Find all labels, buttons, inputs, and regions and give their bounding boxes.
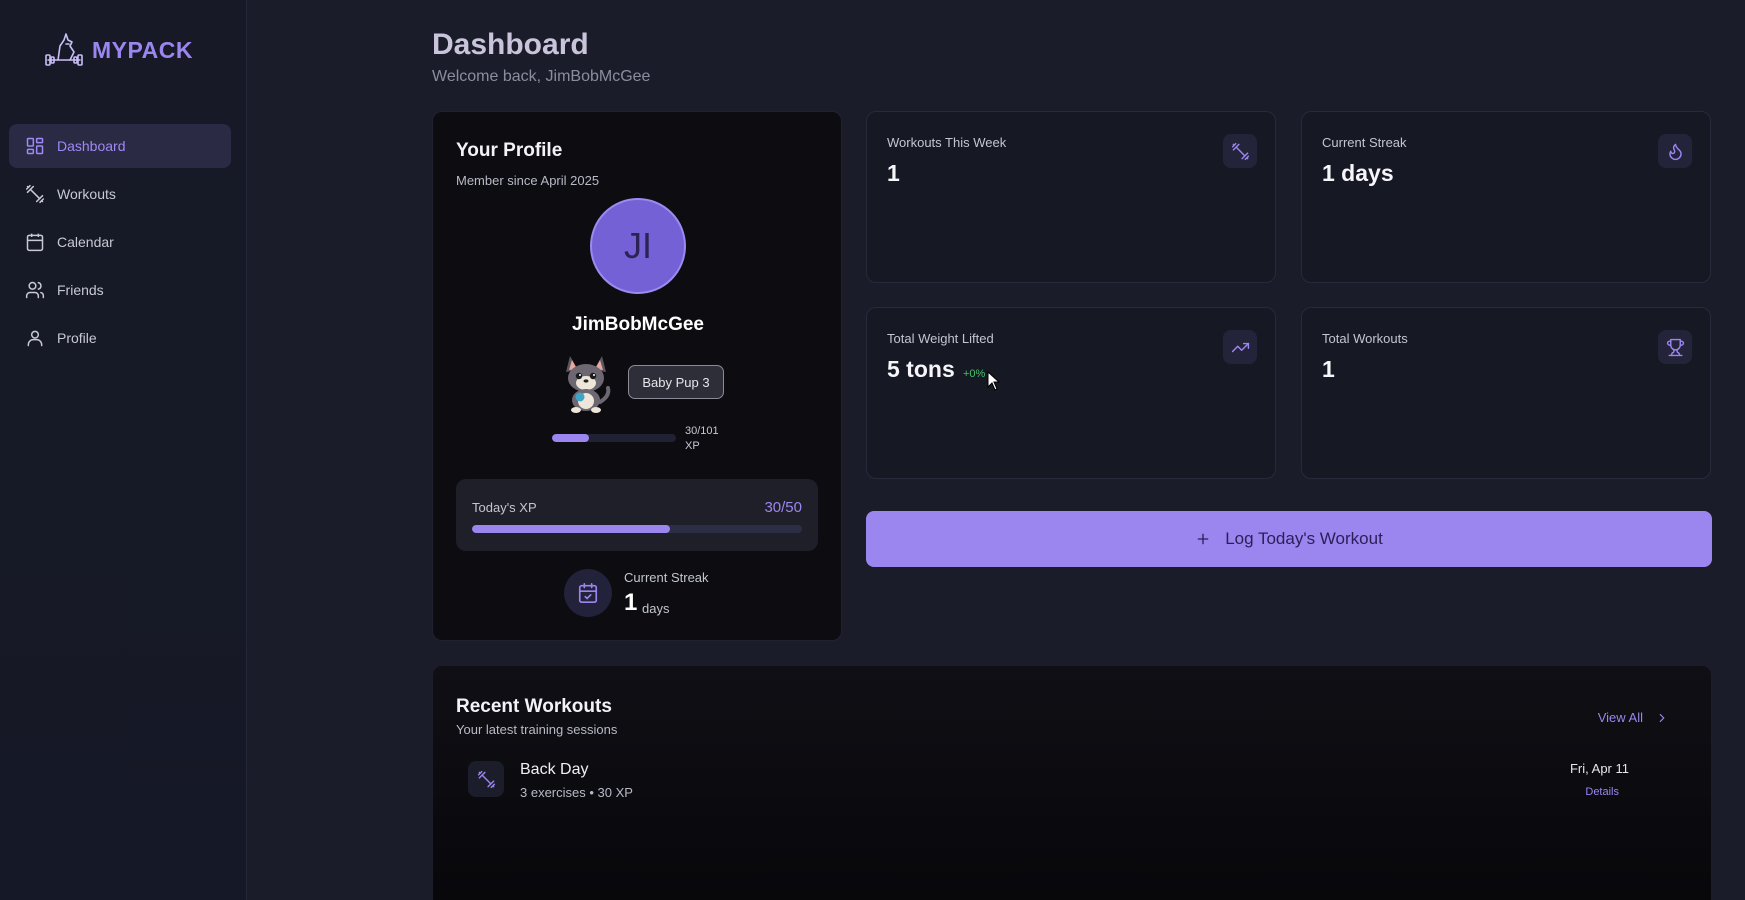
- dumbbell-icon: [477, 770, 495, 788]
- user-icon: [27, 330, 43, 347]
- brand-name: MYPACK: [92, 36, 193, 63]
- sidebar-item-dashboard[interactable]: Dashboard: [9, 124, 231, 168]
- recent-workouts-card: Recent Workouts Your latest training ses…: [432, 665, 1712, 900]
- main-content: Dashboard Welcome back, JimBobMcGee Your…: [432, 0, 1712, 900]
- today-xp-label: Today's XP: [472, 500, 537, 515]
- sidebar-nav: Dashboard Workouts Calendar Friends Prof…: [9, 124, 231, 364]
- stat-change: +0%: [963, 368, 986, 380]
- recent-title: Recent Workouts: [456, 696, 612, 717]
- stat-icon-wrap: [1223, 330, 1257, 364]
- level-badge: Baby Pup 3: [628, 365, 724, 399]
- sidebar-item-calendar[interactable]: Calendar: [9, 220, 231, 264]
- page-title: Dashboard: [432, 28, 589, 61]
- profile-card: Your Profile Member since April 2025 JI …: [432, 111, 842, 641]
- streak-label: Current Streak: [624, 570, 709, 585]
- stat-label: Total Workouts: [1322, 331, 1408, 346]
- dumbbell-icon: [25, 184, 45, 204]
- brand-logo[interactable]: MYPACK: [44, 30, 193, 70]
- profile-title: Your Profile: [456, 140, 563, 161]
- sidebar-item-label: Profile: [57, 330, 97, 346]
- stat-value: 1 days: [1322, 160, 1394, 186]
- workout-date: Fri, Apr 11: [1569, 761, 1629, 776]
- stat-card-current-streak: Current Streak 1 days: [1301, 111, 1711, 283]
- sidebar-item-label: Calendar: [57, 234, 114, 250]
- trophy-icon: [1666, 338, 1684, 356]
- today-xp-value: 30/50: [764, 499, 802, 516]
- flame-icon: [1668, 143, 1682, 160]
- stat-icon-wrap: [1223, 134, 1257, 168]
- workout-icon-wrap: [468, 761, 504, 797]
- dashboard-icon: [26, 137, 44, 155]
- log-workout-button[interactable]: Log Today's Workout: [866, 511, 1712, 567]
- users-icon: [25, 281, 45, 299]
- xp-progress-fill: [552, 434, 589, 442]
- workout-name: Back Day: [520, 761, 589, 778]
- xp-text: 30/101 XP: [685, 425, 719, 452]
- recent-subtitle: Your latest training sessions: [456, 722, 618, 737]
- username: JimBobMcGee: [572, 314, 704, 335]
- stat-card-total-weight: Total Weight Lifted 5 tons +0%: [866, 307, 1276, 479]
- stat-value: 5 tons: [887, 356, 955, 382]
- today-xp-panel: Today's XP 30/50: [456, 479, 818, 551]
- stat-value: 1: [887, 160, 900, 186]
- avatar[interactable]: JI: [590, 198, 686, 294]
- sidebar-item-workouts[interactable]: Workouts: [9, 172, 231, 216]
- wolf-pup-mascot-icon: [566, 356, 611, 413]
- stat-card-total-workouts: Total Workouts 1: [1301, 307, 1711, 479]
- stat-card-workouts-week: Workouts This Week 1: [866, 111, 1276, 283]
- avatar-initials: JI: [623, 225, 652, 266]
- streak-value: 1: [624, 589, 638, 616]
- log-workout-label: Log Today's Workout: [1225, 529, 1383, 548]
- today-xp-progress-bar: [472, 525, 802, 533]
- streak-badge: [564, 569, 612, 617]
- mouse-cursor-icon: [987, 371, 1001, 391]
- dumbbell-icon: [1231, 142, 1249, 160]
- plus-icon: [1197, 533, 1209, 545]
- stat-value: 1: [1322, 356, 1335, 382]
- calendar-icon: [26, 233, 44, 252]
- view-all-link[interactable]: View All: [1598, 710, 1669, 725]
- page-subtitle: Welcome back, JimBobMcGee: [432, 68, 651, 85]
- wolf-dumbbell-icon: [45, 33, 83, 66]
- sidebar-item-label: Friends: [57, 282, 104, 298]
- stat-label: Total Weight Lifted: [887, 331, 994, 346]
- sidebar-item-label: Workouts: [57, 186, 116, 202]
- stat-icon-wrap: [1658, 330, 1692, 364]
- sidebar: MYPACK Dashboard Workouts Calendar Frien…: [0, 0, 247, 900]
- workout-list-item[interactable]: Back Day 3 exercises • 30 XP Fri, Apr 11…: [456, 761, 1671, 813]
- sidebar-item-profile[interactable]: Profile: [9, 316, 231, 360]
- chevron-right-icon: [1659, 713, 1665, 722]
- stat-label: Workouts This Week: [887, 135, 1007, 150]
- stat-label: Current Streak: [1322, 135, 1407, 150]
- workout-details-link[interactable]: Details: [1585, 786, 1619, 798]
- xp-progress-bar: [552, 434, 676, 442]
- sidebar-item-friends[interactable]: Friends: [9, 268, 231, 312]
- trending-up-icon: [1231, 342, 1249, 352]
- view-all-label: View All: [1597, 710, 1643, 725]
- sidebar-item-label: Dashboard: [57, 138, 126, 154]
- stat-icon-wrap: [1658, 134, 1692, 168]
- member-since: Member since April 2025: [456, 173, 600, 188]
- streak-unit: days: [642, 601, 670, 616]
- today-xp-progress-fill: [472, 525, 670, 533]
- workout-meta: 3 exercises • 30 XP: [520, 785, 633, 800]
- calendar-check-icon: [578, 583, 598, 603]
